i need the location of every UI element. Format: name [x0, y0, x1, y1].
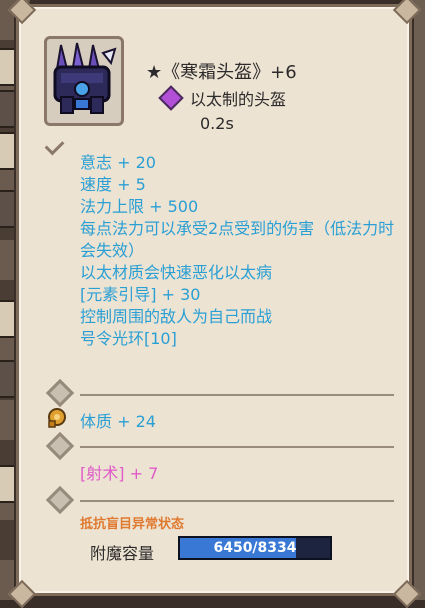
rune-constitution: 体质 + 24: [80, 412, 156, 431]
item-name: ★《寒霜头盔》+6: [146, 62, 297, 83]
stat-line: 控制周围的敌人为自己而战: [80, 307, 273, 326]
enchant-capacity-bar: 6450/8334: [178, 536, 332, 560]
status-resist-text: 抵抗盲目异常状态: [80, 517, 185, 532]
stat-line: 速度 + 5: [80, 175, 146, 194]
stat-line: 意志 + 20: [80, 153, 156, 172]
divider: [80, 500, 394, 502]
stat-line: 号令光环[10]: [80, 329, 177, 348]
rune-archery: [射术] + 7: [80, 464, 159, 483]
item-cooldown: 0.2s: [200, 114, 234, 133]
stat-line: 每点法力可以承受2点受到的伤害（低法力时会失效）: [80, 219, 395, 260]
enchant-capacity-label: 附魔容量: [90, 544, 155, 563]
item-icon-frame: [44, 36, 124, 126]
frost-helmet-icon: [53, 42, 117, 114]
ether-gem-icon: [158, 85, 184, 111]
stat-line: 以太材质会快速恶化以太病: [80, 263, 273, 282]
divider: [80, 446, 394, 448]
stat-line: [元素引导] + 30: [80, 285, 201, 304]
stat-list: 意志 + 20 速度 + 5 法力上限 + 500 每点法力可以承受2点受到的伤…: [80, 152, 400, 350]
gold-rune-icon[interactable]: [46, 406, 68, 428]
item-type-row: 以太制的头盔: [158, 85, 287, 111]
stat-line: 法力上限 + 500: [80, 197, 199, 216]
divider: [80, 394, 394, 396]
enchant-capacity-value: 6450/8334: [213, 540, 297, 556]
item-subtitle: 以太制的头盔: [190, 90, 287, 109]
